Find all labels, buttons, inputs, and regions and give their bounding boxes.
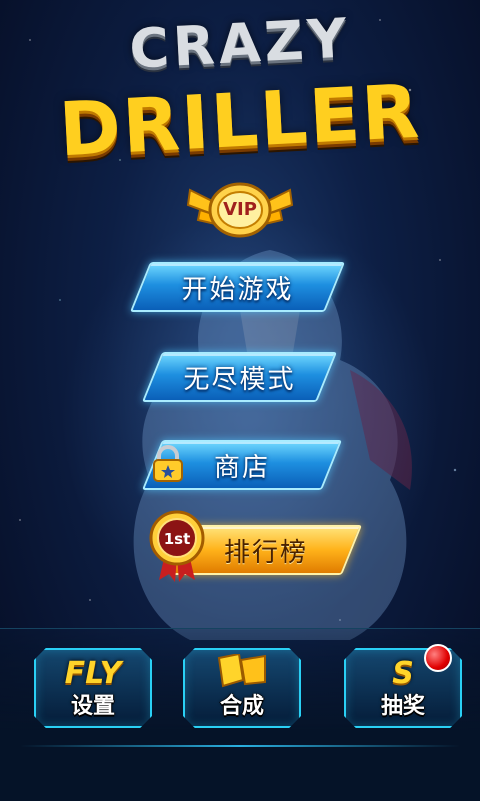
settings-button[interactable]: FLY 设置 xyxy=(34,648,152,728)
settings-label: 设置 xyxy=(70,694,115,719)
lottery-label: 抽奖 xyxy=(380,694,425,719)
lottery-button[interactable]: S 抽奖 xyxy=(344,644,462,728)
start-game-button[interactable]: 开始游戏 xyxy=(129,262,346,312)
merge-label: 合成 xyxy=(219,694,264,719)
medal-label: 1st xyxy=(164,530,191,548)
start-game-label: 开始游戏 xyxy=(181,274,294,305)
endless-mode-label: 无尽模式 xyxy=(183,364,296,395)
lock-icon xyxy=(153,445,183,482)
endless-mode-button[interactable]: 无尽模式 xyxy=(141,352,338,402)
notification-dot-icon xyxy=(424,644,452,672)
vip-label: VIP xyxy=(223,199,257,220)
merge-icon xyxy=(217,654,266,688)
hud-line xyxy=(20,745,460,747)
settings-fly-icon: FLY xyxy=(64,656,122,691)
merge-button[interactable]: 合成 xyxy=(183,648,301,728)
vip-button[interactable]: VIP xyxy=(180,175,300,245)
first-place-medal-icon: 1st xyxy=(149,510,205,582)
